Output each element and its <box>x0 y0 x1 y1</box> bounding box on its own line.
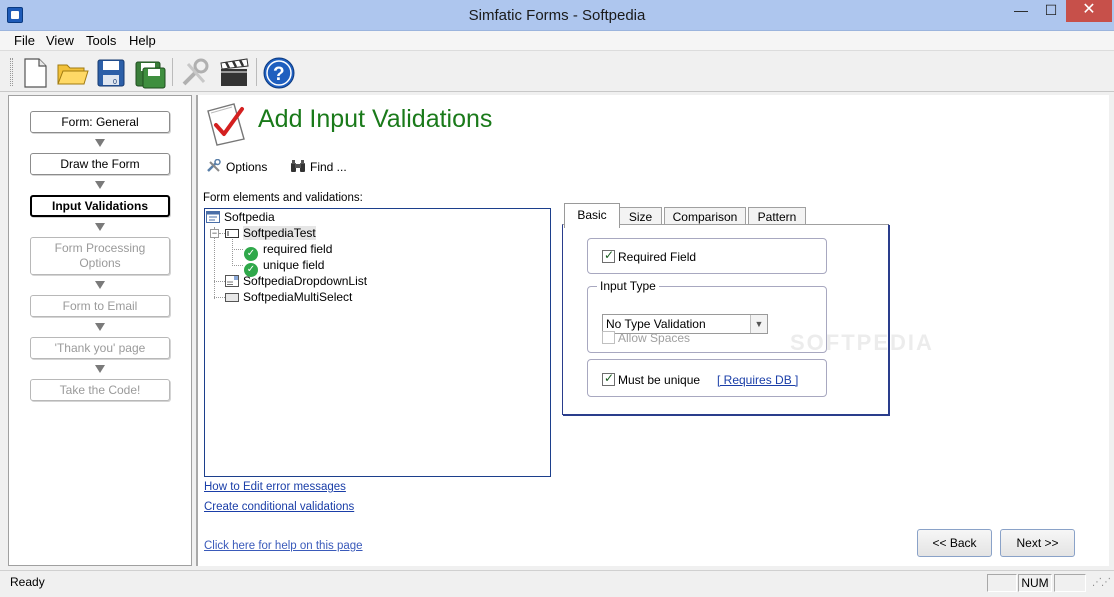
step-form-to-email[interactable]: Form to Email <box>30 295 170 317</box>
back-button[interactable]: << Back <box>917 529 992 557</box>
required-field-checkbox[interactable]: Required Field <box>602 248 697 264</box>
step-arrow-icon <box>95 281 105 289</box>
tree-item-label: SoftpediaTest <box>243 226 316 240</box>
status-panel-caps <box>987 574 1017 592</box>
resize-grip-icon[interactable]: ⋰⋰ <box>1092 577 1111 593</box>
status-text: Ready <box>10 575 45 589</box>
step-take-the-code[interactable]: Take the Code! <box>30 379 170 401</box>
form-elements-tree[interactable]: Softpedia − SoftpediaTest ✓ required fiel… <box>204 208 551 477</box>
help-icon[interactable]: ? <box>262 56 296 90</box>
allow-spaces-checkbox[interactable]: Allow Spaces <box>602 331 690 345</box>
status-panel-scroll <box>1054 574 1086 592</box>
window-title: Simfatic Forms - Softpedia <box>468 7 646 24</box>
input-type-value: No Type Validation <box>606 317 706 331</box>
clapperboard-icon[interactable] <box>217 56 251 90</box>
save-as-icon[interactable] <box>133 56 167 90</box>
help-page-link[interactable]: Click here for help on this page <box>204 540 363 552</box>
requires-db-link[interactable]: [ Requires DB ] <box>717 373 798 387</box>
tree-connector <box>214 297 225 298</box>
find-label: Find ... <box>310 160 347 174</box>
toolbar-separator <box>172 58 173 86</box>
tree-item-label: SoftpediaMultiSelect <box>243 290 353 304</box>
options-button[interactable]: Options <box>206 158 268 174</box>
step-draw-the-form[interactable]: Draw the Form <box>30 153 170 175</box>
softpedia-watermark: SOFTPEDIA <box>790 330 934 355</box>
step-form-processing-options[interactable]: Form Processing Options <box>30 237 170 275</box>
step-arrow-icon <box>95 223 105 231</box>
dropdown-list-icon <box>225 275 239 287</box>
tools-icon <box>206 158 222 173</box>
tree-item-label: SoftpediaDropdownList <box>243 274 368 288</box>
must-be-unique-checkbox[interactable]: Must be unique <box>602 371 701 387</box>
minimize-button[interactable]: — <box>1006 0 1036 22</box>
multiselect-icon <box>225 291 239 303</box>
title-bar: Simfatic Forms - Softpedia — ☐ ✕ <box>0 0 1114 31</box>
allow-spaces-label: Allow Spaces <box>618 331 691 345</box>
validation-label: unique field <box>263 258 325 272</box>
main-panel: Add Input Validations Options Find ... F… <box>196 95 1109 566</box>
validation-checkmark-icon <box>204 101 250 147</box>
status-panel-num: NUM <box>1018 574 1052 592</box>
tree-item-softpediatest[interactable]: SoftpediaTest <box>225 226 316 240</box>
tree-connector <box>232 249 243 250</box>
toolbar-separator <box>256 58 257 86</box>
maximize-button[interactable]: ☐ <box>1036 0 1066 22</box>
tree-item-softpediadropdownlist[interactable]: SoftpediaDropdownList <box>225 274 367 288</box>
validation-label: required field <box>263 242 333 256</box>
menu-help[interactable]: Help <box>129 33 156 48</box>
menu-tools[interactable]: Tools <box>86 33 116 48</box>
unique-group: Must be unique [ Requires DB ] <box>587 359 827 397</box>
menu-file[interactable]: File <box>14 33 35 48</box>
step-arrow-icon <box>95 323 105 331</box>
open-folder-icon[interactable] <box>55 56 89 90</box>
chevron-down-icon[interactable]: ▼ <box>750 315 767 333</box>
svg-text:0: 0 <box>113 79 117 86</box>
step-arrow-icon <box>95 139 105 147</box>
conditional-validations-link[interactable]: Create conditional validations <box>204 501 354 513</box>
menu-view[interactable]: View <box>46 33 74 48</box>
step-thank-you-page[interactable]: 'Thank you' page <box>30 337 170 359</box>
toolbar: 0 ? <box>0 52 1114 92</box>
textbox-icon <box>225 227 239 239</box>
status-bar: Ready NUM ⋰⋰ <box>0 570 1114 597</box>
tree-connector <box>232 265 243 266</box>
form-icon <box>206 211 220 223</box>
tree-root-label: Softpedia <box>224 210 275 224</box>
tree-item-softpediamultiselect[interactable]: SoftpediaMultiSelect <box>225 290 352 304</box>
tree-expander[interactable]: − <box>210 229 219 238</box>
save-icon[interactable]: 0 <box>94 56 128 90</box>
checkbox-box <box>602 248 615 263</box>
step-arrow-icon <box>95 365 105 373</box>
menu-bar: File View Tools Help <box>0 31 1114 51</box>
close-button[interactable]: ✕ <box>1066 0 1112 22</box>
settings-tools-icon[interactable] <box>178 56 212 90</box>
step-input-validations[interactable]: Input Validations <box>30 195 170 217</box>
input-type-title: Input Type <box>597 279 659 293</box>
tree-root-item[interactable]: Softpedia <box>206 210 275 224</box>
step-form-general[interactable]: Form: General <box>30 111 170 133</box>
checkbox-box <box>602 331 615 344</box>
page-title: Add Input Validations <box>258 105 493 133</box>
step-label-line1: Form Processing <box>54 241 146 255</box>
step-label-line2: Options <box>79 256 121 270</box>
toolbar-grip[interactable] <box>10 58 13 86</box>
next-button[interactable]: Next >> <box>1000 529 1075 557</box>
required-field-label: Required Field <box>618 250 697 264</box>
tree-connector <box>232 239 233 266</box>
tree-connector <box>214 281 225 282</box>
wizard-sidebar: Form: General Draw the Form Input Valida… <box>8 95 192 566</box>
edit-error-messages-link[interactable]: How to Edit error messages <box>204 481 346 493</box>
basic-tab-panel: Required Field Input Type No Type Valida… <box>562 224 889 415</box>
must-be-unique-label: Must be unique <box>618 373 701 387</box>
binoculars-icon <box>290 159 306 173</box>
tab-basic[interactable]: Basic <box>564 203 620 228</box>
find-button[interactable]: Find ... <box>290 159 347 174</box>
required-field-group: Required Field <box>587 238 827 274</box>
svg-text:?: ? <box>273 64 285 85</box>
options-label: Options <box>226 160 268 174</box>
checkbox-box <box>602 371 615 386</box>
tree-label: Form elements and validations: <box>203 192 363 204</box>
new-icon[interactable] <box>18 56 52 90</box>
step-arrow-icon <box>95 181 105 189</box>
